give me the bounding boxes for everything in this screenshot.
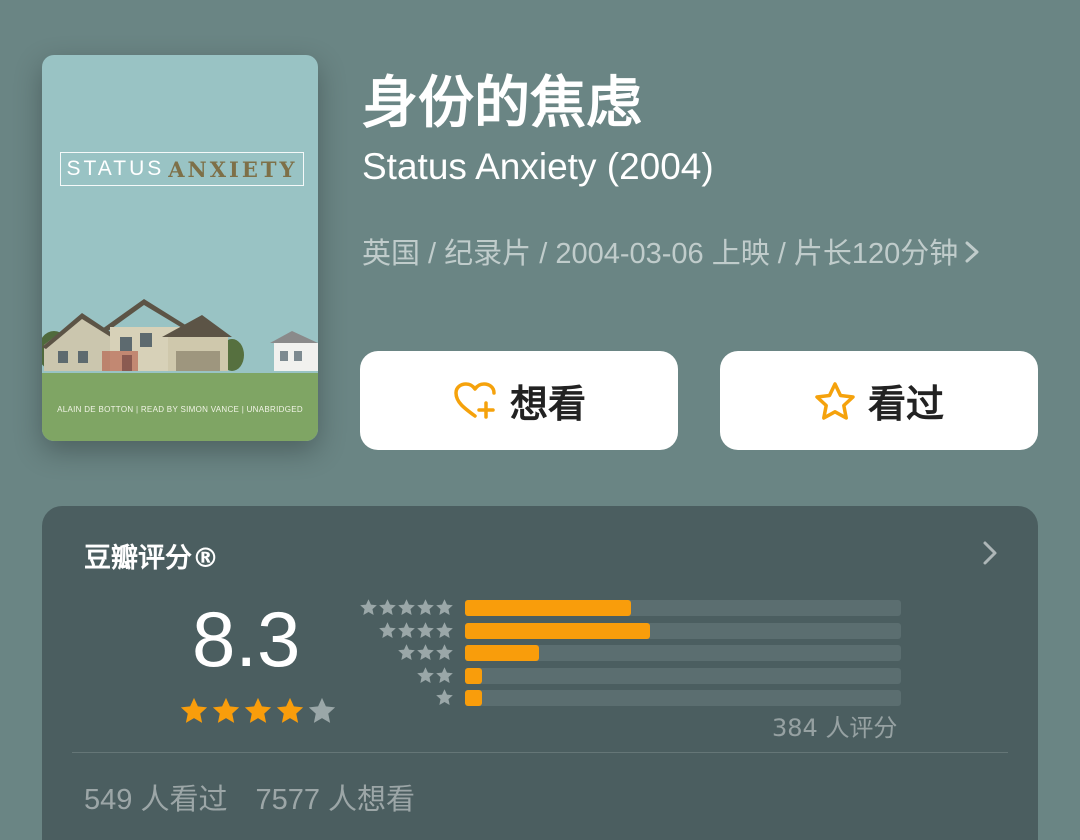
star-small-icon (436, 644, 453, 661)
star-filled-icon (276, 697, 304, 723)
poster-credits: ALAIN DE BOTTON | READ BY SIMON VANCE | … (57, 405, 303, 414)
chevron-right-icon (964, 229, 980, 281)
rating-count[interactable]: 384 人评分 (772, 708, 897, 743)
seen-count[interactable]: 549 人看过 (84, 784, 227, 816)
rating-card: 豆瓣评分® 8.3 384 人评分 549 人看过 7577 人想看 (42, 506, 1038, 840)
distribution-row-5-star (354, 598, 901, 616)
distribution-row-3-star (354, 643, 901, 661)
star-small-icon (436, 599, 453, 616)
distribution-bar-fill (465, 690, 482, 706)
rating-score: 8.3 (192, 595, 301, 683)
want-to-watch-label: 想看 (509, 382, 586, 426)
watch-stats: 549 人看过 7577 人想看 (84, 776, 415, 818)
star-small-icon (436, 666, 453, 683)
movie-meta-text: 英国 / 纪录片 / 2004-03-06 上映 / 片长120分钟 (362, 238, 959, 270)
star-small-icon (360, 599, 377, 616)
movie-poster[interactable]: STATUS ANXIETY ALAIN DE BOTTON | READ BY… (42, 55, 318, 441)
chevron-right-icon[interactable] (982, 540, 998, 570)
star-small-icon (417, 599, 434, 616)
star-small-icon (417, 621, 434, 638)
distribution-bar-track (465, 622, 901, 639)
star-small-icon (417, 666, 434, 683)
movie-meta[interactable]: 英国 / 纪录片 / 2004-03-06 上映 / 片长120分钟 (362, 228, 1022, 281)
poster-houses-illustration (42, 299, 318, 371)
star-small-icon (379, 599, 396, 616)
star-outline-icon (814, 381, 856, 421)
want-count[interactable]: 7577 人想看 (255, 784, 415, 816)
distribution-bar-track (465, 667, 901, 684)
star-small-icon (379, 621, 396, 638)
want-to-watch-button[interactable]: 想看 (360, 351, 678, 450)
distribution-stars (378, 621, 454, 640)
distribution-bar-fill (465, 667, 482, 684)
distribution-bar-fill (465, 645, 540, 661)
rating-section-title: 豆瓣评分® (84, 543, 219, 574)
star-empty-icon (308, 697, 336, 723)
distribution-bar-fill (465, 600, 631, 616)
distribution-bar-track (465, 600, 901, 616)
distribution-stars (397, 643, 454, 662)
distribution-bar-fill (465, 622, 651, 639)
heart-plus-icon (452, 381, 498, 421)
movie-original-title: Status Anxiety (2004) (362, 146, 714, 187)
star-small-icon (398, 599, 415, 616)
star-small-icon (436, 621, 453, 638)
rating-stars (179, 696, 337, 726)
poster-title-word-1: STATUS (66, 157, 165, 180)
distribution-bar-track (465, 690, 901, 706)
distribution-bar-track (465, 645, 901, 661)
poster-title: STATUS ANXIETY (60, 152, 304, 186)
poster-title-word-2: ANXIETY (168, 156, 298, 182)
distribution-stars (359, 598, 454, 617)
divider (72, 752, 1008, 753)
star-filled-icon (244, 697, 272, 723)
star-small-icon (398, 644, 415, 661)
distribution-row-2-star (354, 666, 901, 684)
distribution-row-1-star (354, 688, 901, 706)
watched-button[interactable]: 看过 (720, 351, 1038, 450)
distribution-stars (416, 666, 454, 685)
movie-title: 身份的焦虑 (362, 71, 642, 136)
star-filled-icon (212, 697, 240, 723)
star-filled-icon (180, 697, 208, 723)
distribution-row-4-star (354, 621, 901, 639)
star-small-icon (417, 644, 434, 661)
watched-label: 看过 (867, 382, 944, 426)
star-small-icon (436, 689, 453, 706)
star-small-icon (398, 621, 415, 638)
distribution-stars (435, 688, 454, 707)
